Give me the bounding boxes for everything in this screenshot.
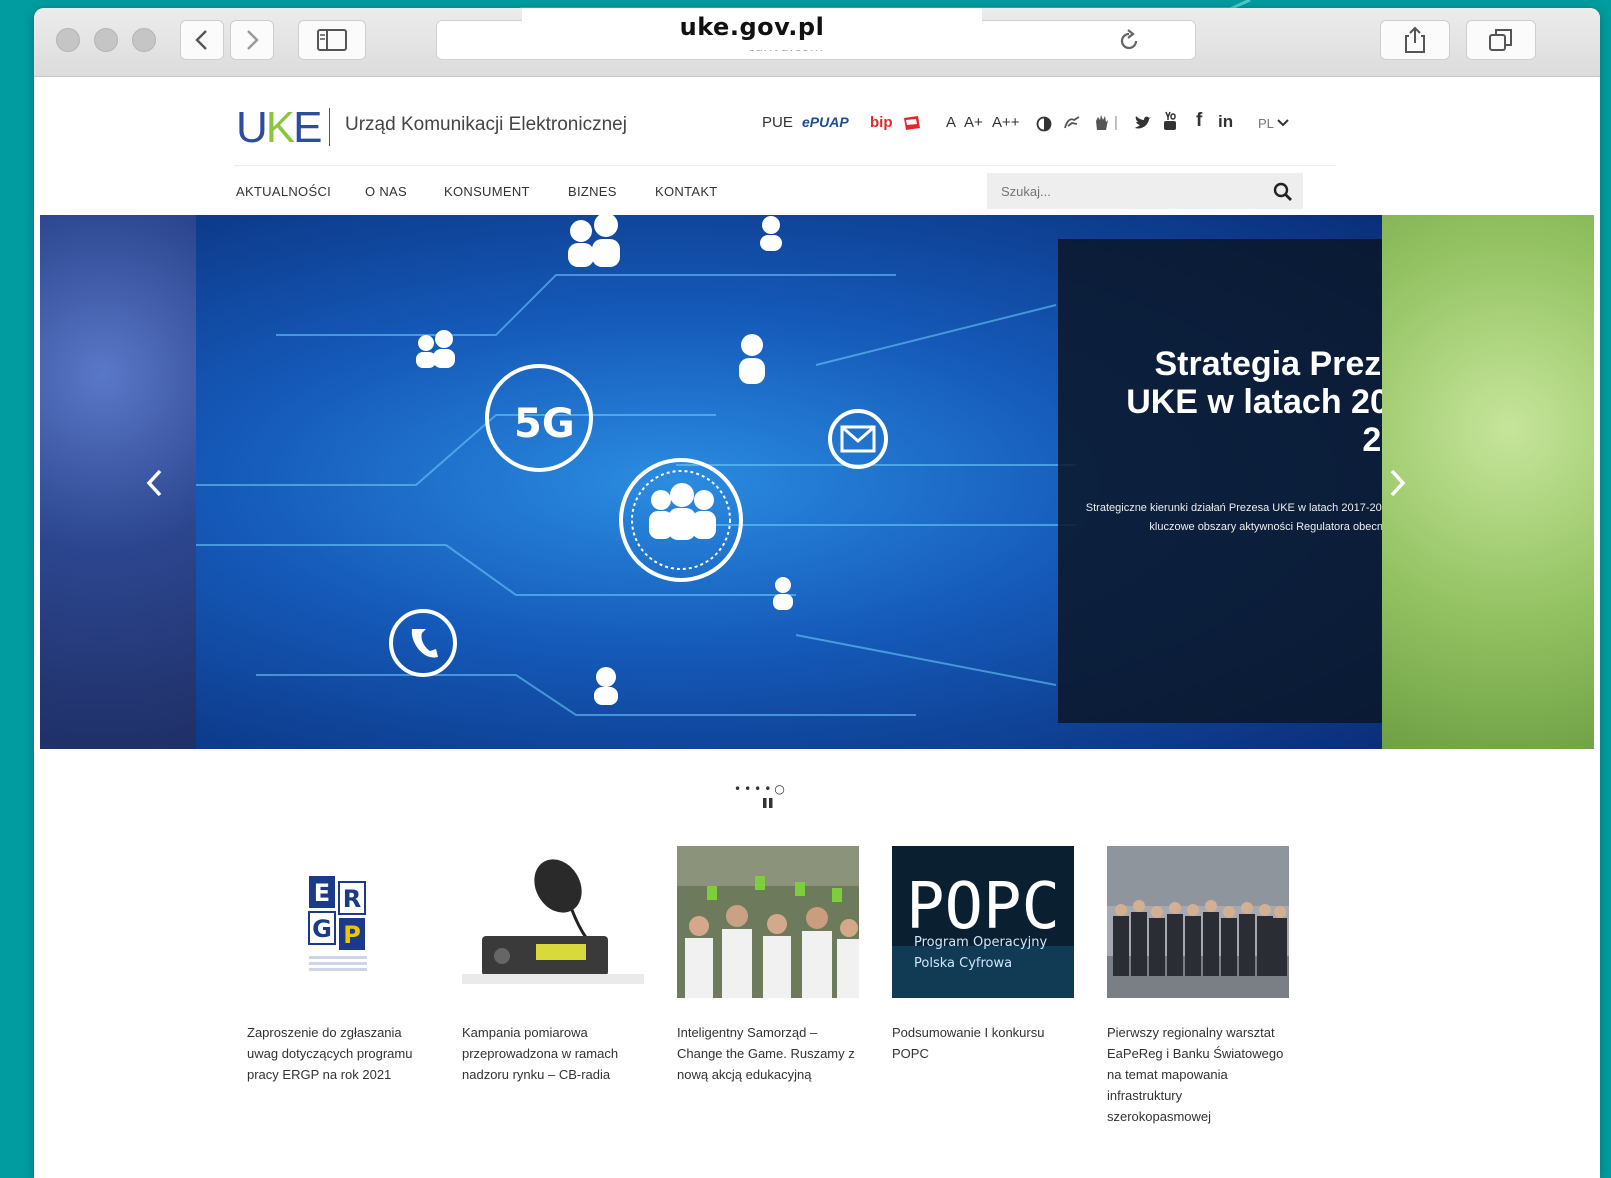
svg-text:Program Operacyjny: Program Operacyjny	[914, 935, 1047, 950]
tabs-overview-button[interactable]	[1466, 20, 1536, 60]
news-card[interactable]: E R G P Zaproszenie do zgłaszania uwag d…	[247, 846, 429, 1085]
svg-text:E: E	[314, 879, 330, 907]
forward-button[interactable]	[230, 20, 274, 60]
nav-item-kontakt[interactable]: KONTAKT	[655, 184, 718, 199]
language-selector[interactable]: PL	[1258, 116, 1274, 131]
svg-text:POPC: POPC	[906, 870, 1060, 944]
close-window-button[interactable]	[56, 28, 80, 52]
search-box	[987, 173, 1303, 209]
url-overlay-text: uke.gov.pl	[522, 8, 982, 50]
students-photo	[677, 846, 859, 998]
chevron-right-icon	[247, 30, 259, 50]
back-button[interactable]	[180, 20, 224, 60]
header-divider	[234, 165, 1336, 166]
cb-radio-photo	[462, 846, 644, 998]
browser-window: canva.com uke.gov.pl UKE Urząd Komunikac…	[34, 8, 1600, 1178]
language-label: PL	[1258, 116, 1274, 131]
zoom-window-button[interactable]	[132, 28, 156, 52]
hero-slider: 5G Strategia Prezesa UKE w latach Strate…	[40, 215, 1594, 749]
news-card-title[interactable]: Podsumowanie I konkursu POPC	[892, 1022, 1074, 1064]
tabs-icon	[1489, 29, 1512, 51]
uke-logo[interactable]: UKE	[236, 103, 323, 153]
news-card[interactable]: Pierwszy regionalny warsztat EaPeReg i B…	[1107, 846, 1289, 1127]
browser-toolbar: canva.com uke.gov.pl	[34, 8, 1600, 77]
hero-slide-image: 5G Strategia Prezesa UKE w latach Strate…	[196, 215, 1464, 749]
news-card-title[interactable]: Kampania pomiarowa przeprowadzona w rama…	[462, 1022, 644, 1085]
news-card[interactable]: Kampania pomiarowa przeprowadzona w rama…	[462, 846, 644, 1085]
pue-link[interactable]: PUE	[762, 114, 793, 131]
svg-text:P: P	[343, 921, 361, 949]
envelope-icon	[840, 425, 876, 453]
font-size-normal[interactable]: A	[946, 114, 956, 131]
share-button[interactable]	[1380, 20, 1450, 60]
nav-item-biznes[interactable]: BIZNES	[568, 184, 617, 199]
svg-text:R: R	[343, 885, 361, 913]
sidebar-toggle-button[interactable]	[298, 20, 366, 60]
carousel-dots[interactable]: ••••○	[734, 782, 788, 796]
ergp-logo: E R G P	[247, 846, 429, 998]
pause-icon[interactable]	[762, 796, 774, 810]
news-card-title[interactable]: Pierwszy regionalny warsztat EaPeReg i B…	[1107, 1022, 1289, 1127]
reload-icon[interactable]	[1117, 29, 1141, 53]
sign-language-icon[interactable]	[1062, 114, 1082, 132]
chevron-left-icon	[195, 30, 207, 50]
news-card[interactable]: Inteligentny Samorząd – Change the Game.…	[677, 846, 859, 1085]
svg-text:G: G	[312, 915, 332, 943]
group-photo	[1107, 846, 1289, 998]
contrast-icon[interactable]	[1036, 116, 1052, 132]
search-input[interactable]	[987, 173, 1257, 209]
5g-badge: 5G	[514, 401, 575, 447]
sidebar-icon	[317, 29, 347, 51]
hand-icon[interactable]	[1092, 112, 1110, 132]
youtube-icon[interactable]	[1162, 111, 1178, 131]
logo-divider	[329, 108, 330, 146]
share-icon	[1405, 26, 1425, 53]
logo-letter-k: K	[265, 103, 295, 152]
chevron-down-icon[interactable]	[1277, 118, 1289, 128]
minimize-window-button[interactable]	[94, 28, 118, 52]
people-icons	[416, 215, 793, 705]
font-size-xlarge[interactable]: A++	[992, 114, 1020, 131]
previous-slide-preview	[40, 215, 196, 749]
chevron-right-icon[interactable]	[1388, 467, 1408, 499]
news-card-title[interactable]: Inteligentny Samorząd – Change the Game.…	[677, 1022, 859, 1085]
bip-flag-icon[interactable]	[902, 114, 922, 132]
bip-link[interactable]: bip	[870, 114, 893, 131]
news-card[interactable]: POPC Program Operacyjny Polska Cyfrowa P…	[892, 846, 1074, 1064]
util-separator: |	[1114, 114, 1118, 131]
next-slide-preview	[1382, 215, 1594, 749]
linkedin-icon[interactable]: in	[1218, 112, 1233, 132]
epuap-link[interactable]: ePUAP	[802, 114, 849, 130]
logo-letter-e: E	[293, 103, 322, 152]
facebook-icon[interactable]: f	[1196, 110, 1202, 132]
nav-item-konsument[interactable]: KONSUMENT	[444, 184, 530, 199]
nav-item-aktualnosci[interactable]: AKTUALNOŚCI	[236, 184, 331, 199]
search-icon[interactable]	[1273, 182, 1293, 202]
svg-text:Polska Cyfrowa: Polska Cyfrowa	[914, 956, 1012, 971]
nav-item-o-nas[interactable]: O NAS	[365, 184, 407, 199]
news-card-title[interactable]: Zaproszenie do zgłaszania uwag dotyczący…	[247, 1022, 429, 1085]
phone-icon	[411, 629, 438, 658]
chevron-left-icon[interactable]	[144, 467, 164, 499]
font-size-large[interactable]: A+	[964, 114, 983, 131]
twitter-icon[interactable]	[1134, 116, 1152, 131]
popc-banner: POPC Program Operacyjny Polska Cyfrowa	[892, 846, 1074, 998]
site-name: Urząd Komunikacji Elektronicznej	[345, 114, 627, 135]
logo-letter-u: U	[236, 103, 268, 152]
